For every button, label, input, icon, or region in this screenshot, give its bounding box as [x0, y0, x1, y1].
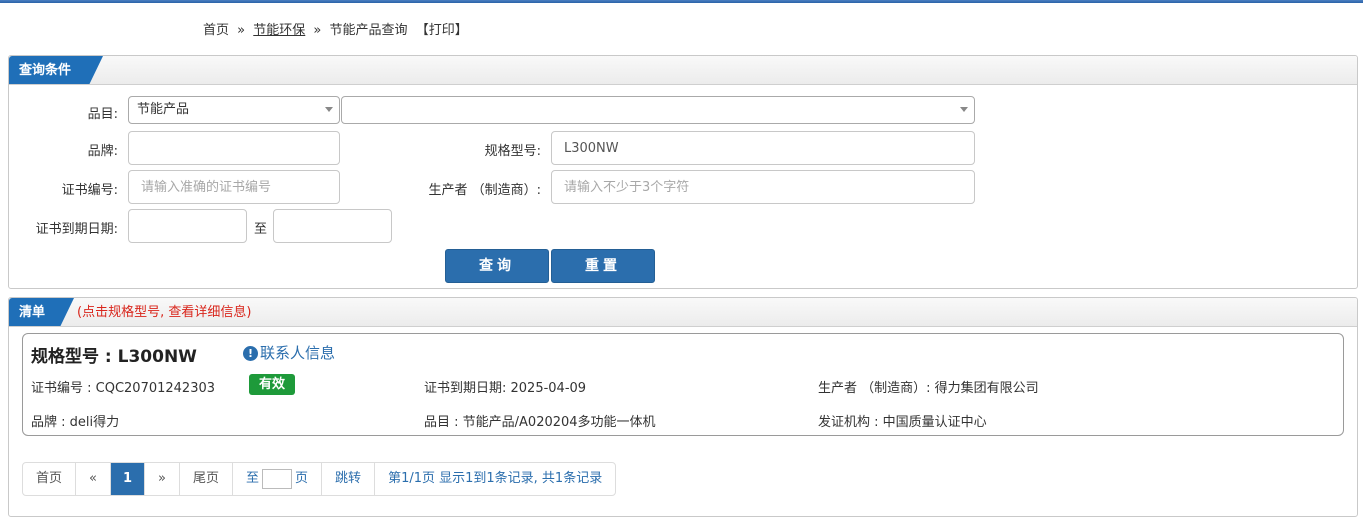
query-panel-title: 查询条件 [9, 56, 103, 85]
results-hint: (点击规格型号, 查看详细信息) [77, 305, 252, 320]
category-select-value: 节能产品 [137, 102, 190, 117]
breadcrumb-home[interactable]: 首页 [203, 23, 229, 38]
breadcrumb-separator: » [313, 23, 322, 38]
breadcrumb-current: 节能产品查询 [329, 23, 408, 38]
goto-page-input[interactable] [262, 468, 293, 489]
breadcrumb: 首页 » 节能环保 » 节能产品查询 【打印】 [203, 19, 468, 38]
results-panel: 清单 (点击规格型号, 查看详细信息) 规格型号 : L300NW ! 联系人信息… [8, 297, 1358, 517]
page-first[interactable]: 首页 [23, 463, 77, 495]
query-panel: 查询条件 品目: 节能产品 品牌: 规格型号: 证书编号: 生产者 （制造商）:… [8, 55, 1358, 289]
chevron-down-icon [325, 107, 333, 112]
status-badge: 有效 [249, 374, 296, 395]
results-panel-title: 清单 [9, 298, 74, 327]
page-next[interactable]: » [145, 463, 180, 495]
maker-label: 生产者 （制造商）: [428, 183, 541, 198]
jump-button[interactable]: 跳转 [322, 463, 376, 495]
cert-number-input[interactable] [128, 170, 340, 204]
goto-suffix: 页 [295, 471, 309, 486]
model-input[interactable] [551, 131, 975, 165]
page-current[interactable]: 1 [110, 463, 146, 495]
category-select[interactable]: 节能产品 [128, 96, 340, 124]
expiry-date: 证书到期日期: 2025-04-09 [424, 381, 587, 396]
expiry-date-label: 证书到期日期: [35, 222, 118, 237]
model-label: 规格型号: [484, 144, 541, 159]
page-summary: 第1/1页 显示1到1条记录, 共1条记录 [388, 471, 603, 486]
page-prev[interactable]: « [76, 463, 111, 495]
reset-button[interactable]: 重置 [551, 249, 655, 283]
category: 品目 : 节能产品/A020204多功能一体机 [424, 415, 656, 430]
query-panel-header: 查询条件 [9, 56, 1357, 85]
goto-prefix: 至 [246, 471, 260, 486]
search-button[interactable]: 查询 [445, 249, 549, 283]
category-label: 品目: [87, 107, 118, 122]
print-link[interactable]: 【打印】 [416, 23, 468, 38]
top-accent-bar [0, 0, 1363, 3]
maker-input[interactable] [551, 170, 975, 204]
issuer: 发证机构 : 中国质量认证中心 [818, 415, 987, 430]
page-goto: 至页 [233, 463, 323, 495]
chevron-down-icon [960, 107, 968, 112]
list-item: 规格型号 : L300NW ! 联系人信息 证书编号 : CQC207012423… [22, 333, 1344, 436]
subcategory-select[interactable] [341, 96, 975, 124]
results-panel-header: 清单 (点击规格型号, 查看详细信息) [9, 298, 1357, 327]
expiry-date-from-input[interactable] [128, 209, 247, 243]
brand-input[interactable] [128, 131, 340, 165]
page-last[interactable]: 尾页 [180, 463, 234, 495]
cert-number-label: 证书编号: [61, 183, 118, 198]
pagination: 首页 « 1 » 尾页 至页 跳转 第1/1页 显示1到1条记录, 共1条记录 [22, 462, 617, 496]
brand: 品牌 : deli得力 [31, 415, 120, 430]
cert-number: 证书编号 : CQC20701242303 [31, 381, 216, 396]
brand-label: 品牌: [87, 144, 118, 159]
model-link[interactable]: 规格型号 : L300NW [31, 342, 197, 367]
maker: 生产者 （制造商）: 得力集团有限公司 [818, 381, 1039, 396]
info-icon: ! [243, 346, 258, 361]
contact-info-label: 联系人信息 [260, 344, 336, 362]
contact-info-link[interactable]: ! 联系人信息 [243, 342, 335, 363]
expiry-date-to-input[interactable] [273, 209, 392, 243]
date-range-to-label: 至 [254, 222, 268, 237]
breadcrumb-separator: » [237, 23, 246, 38]
breadcrumb-section-link[interactable]: 节能环保 [253, 23, 305, 38]
